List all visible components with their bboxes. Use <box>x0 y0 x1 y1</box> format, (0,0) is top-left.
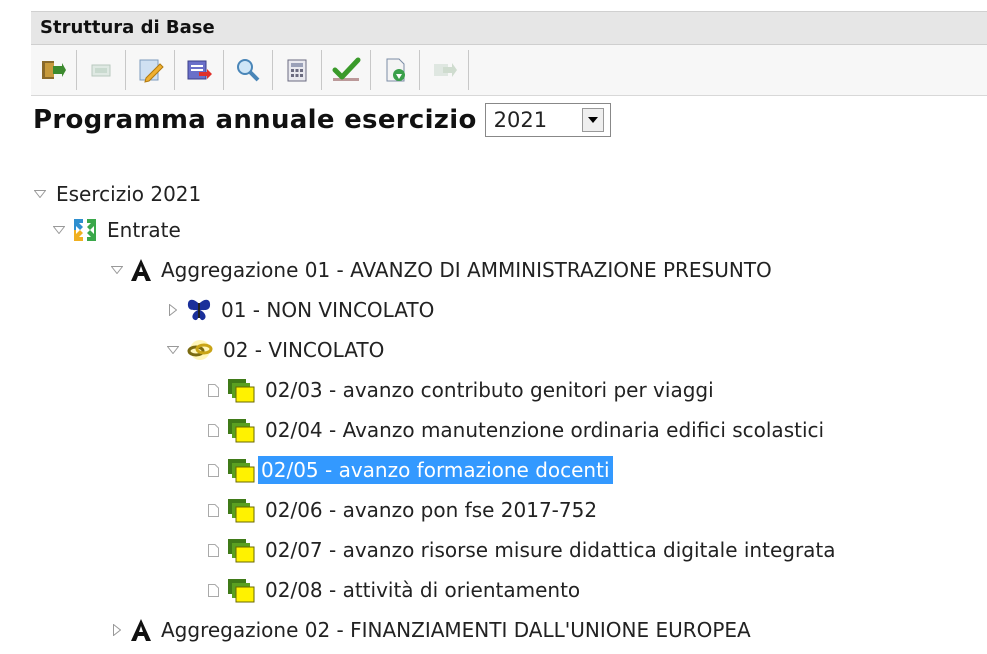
approve-button[interactable] <box>327 50 365 90</box>
stacked-folders-icon <box>226 497 256 523</box>
new-button[interactable] <box>82 50 120 90</box>
approve-icon <box>332 57 361 81</box>
struttura-panel: Struttura di Base Programma annuale eser… <box>31 11 987 654</box>
tree-node-entrate[interactable]: Entrate <box>50 212 184 248</box>
toolbar-separator <box>174 50 175 90</box>
aggregation-letter-a-icon <box>130 258 152 282</box>
tree-node-label: 02/04 - Avanzo manutenzione ordinaria ed… <box>265 418 825 442</box>
tree-node-item-selected[interactable]: 02/05 - avanzo formazione docenti <box>204 452 613 488</box>
tree-node-item[interactable]: 02/04 - Avanzo manutenzione ordinaria ed… <box>204 412 827 448</box>
tree-node-label: 02/07 - avanzo risorse misure didattica … <box>265 538 836 562</box>
document-button[interactable] <box>376 50 414 90</box>
toolbar-separator <box>370 50 371 90</box>
new-icon <box>91 64 111 77</box>
toolbar <box>31 44 987 96</box>
leaf-page-icon <box>204 452 222 488</box>
expanded-triangle-icon[interactable] <box>108 252 126 288</box>
expanded-triangle-icon[interactable] <box>50 212 68 248</box>
toolbar-separator <box>272 50 273 90</box>
tree-node-label: 01 - NON VINCOLATO <box>221 298 435 322</box>
toolbar-separator <box>125 50 126 90</box>
heading-row: Programma annuale esercizio 2021 <box>31 96 987 144</box>
leaf-page-icon <box>204 372 222 408</box>
tree-node-label: 02 - VINCOLATO <box>223 338 385 362</box>
search-icon <box>237 59 260 82</box>
stacked-folders-icon <box>226 577 256 603</box>
tree-node-aggregazione-01[interactable]: Aggregazione 01 - AVANZO DI AMMINISTRAZI… <box>108 252 775 288</box>
leaf-page-icon <box>204 572 222 608</box>
tree-node-aggregazione-02[interactable]: Aggregazione 02 - FINANZIAMENTI DALL'UNI… <box>108 612 754 648</box>
disabled-transfer-button[interactable] <box>425 50 463 90</box>
year-select-value: 2021 <box>493 108 548 132</box>
leaf-page-icon <box>204 532 222 568</box>
tree-node-item[interactable]: 02/03 - avanzo contributo genitori per v… <box>204 372 717 408</box>
edit-icon <box>139 59 164 83</box>
tree-node-label: Aggregazione 01 - AVANZO DI AMMINISTRAZI… <box>161 258 772 282</box>
exit-icon <box>42 61 66 79</box>
toolbar-separator <box>223 50 224 90</box>
tree-node-esercizio[interactable]: Esercizio 2021 <box>31 176 204 212</box>
tree-node-item[interactable]: 02/06 - avanzo pon fse 2017-752 <box>204 492 600 528</box>
edit-button[interactable] <box>131 50 169 90</box>
tree-node-item[interactable]: 02/07 - avanzo risorse misure didattica … <box>204 532 839 568</box>
tree-node-label: 02/08 - attività di orientamento <box>265 578 581 602</box>
tree-node-non-vincolato[interactable]: 01 - NON VINCOLATO <box>164 292 437 328</box>
toolbar-separator <box>76 50 77 90</box>
exit-button[interactable] <box>33 50 71 90</box>
panel-title: Struttura di Base <box>31 11 987 44</box>
year-select[interactable]: 2021 <box>484 103 611 137</box>
stacked-folders-icon <box>226 377 256 403</box>
entrate-arrows-icon <box>72 217 98 243</box>
tree-node-label: 02/05 - avanzo formazione docenti <box>258 456 613 484</box>
stacked-folders-icon <box>226 537 256 563</box>
calculator-button[interactable] <box>278 50 316 90</box>
tree-node-vincolato[interactable]: 02 - VINCOLATO <box>164 332 387 368</box>
chain-link-icon <box>186 339 214 361</box>
stacked-folders-icon <box>226 457 256 483</box>
toolbar-separator <box>321 50 322 90</box>
toolbar-separator <box>468 50 469 90</box>
tree-node-label: 02/06 - avanzo pon fse 2017-752 <box>265 498 598 522</box>
expanded-triangle-icon[interactable] <box>164 332 182 368</box>
disabled-transfer-icon <box>434 63 457 77</box>
expanded-triangle-icon[interactable] <box>31 176 49 212</box>
tree-node-item[interactable]: 02/08 - attività di orientamento <box>204 572 583 608</box>
collapsed-triangle-icon[interactable] <box>108 612 126 648</box>
aggregation-letter-a-icon <box>130 618 152 642</box>
leaf-page-icon <box>204 412 222 448</box>
tree-node-label: 02/03 - avanzo contributo genitori per v… <box>265 378 714 402</box>
tree-node-label: Esercizio 2021 <box>56 182 202 206</box>
transfer-button[interactable] <box>180 50 218 90</box>
tree-node-label: Entrate <box>107 218 181 242</box>
calculator-icon <box>287 59 307 82</box>
collapsed-triangle-icon[interactable] <box>164 292 182 328</box>
chevron-down-icon[interactable] <box>581 108 604 132</box>
page-title: Programma annuale esercizio <box>33 105 477 135</box>
leaf-page-icon <box>204 492 222 528</box>
tree-node-label: Aggregazione 02 - FINANZIAMENTI DALL'UNI… <box>161 618 751 642</box>
transfer-icon <box>187 60 212 80</box>
document-icon <box>386 58 405 82</box>
stacked-folders-icon <box>226 417 256 443</box>
search-button[interactable] <box>229 50 267 90</box>
toolbar-separator <box>419 50 420 90</box>
butterfly-icon <box>186 298 212 322</box>
